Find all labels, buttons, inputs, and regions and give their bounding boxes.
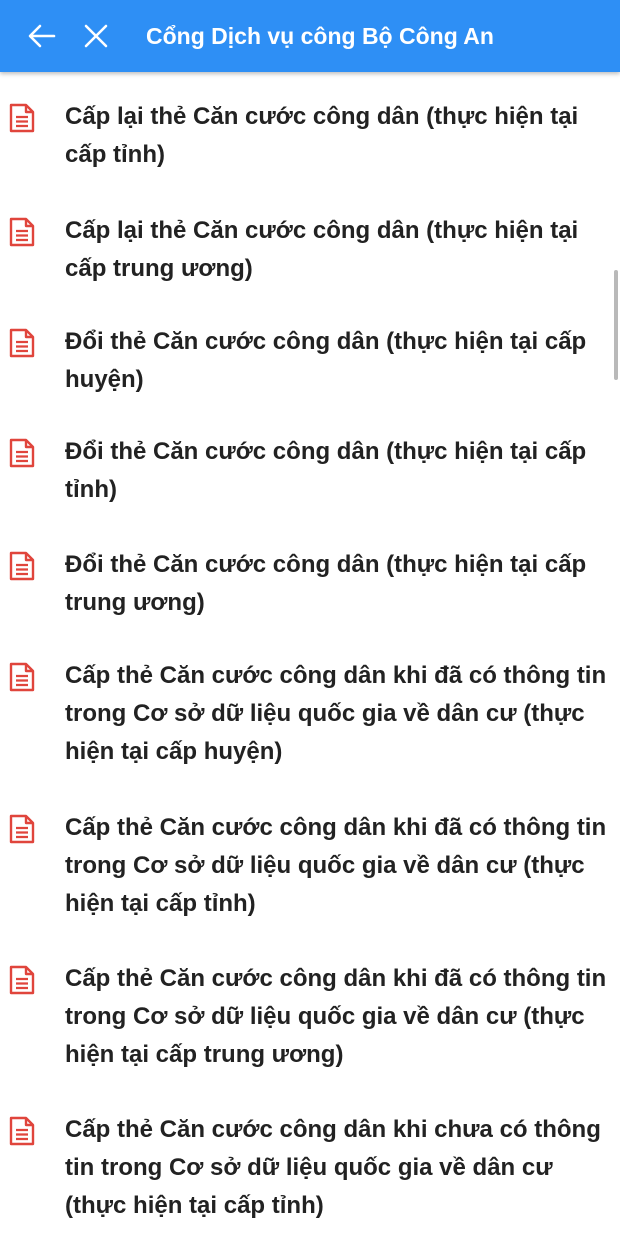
service-item-label: Cấp thẻ Căn cước công dân khi đã có thôn…	[65, 814, 607, 917]
service-item-label: Cấp lại thẻ Căn cước công dân (thực hiện…	[65, 103, 579, 168]
document-icon	[9, 217, 35, 247]
service-item[interactable]: Đổi thẻ Căn cước công dân (thực hiện tại…	[0, 323, 620, 399]
app-bar: Cổng Dịch vụ công Bộ Công An	[0, 0, 620, 72]
service-item-label: Đổi thẻ Căn cước công dân (thực hiện tại…	[65, 551, 587, 616]
scrollbar[interactable]	[614, 270, 618, 380]
service-item[interactable]: Cấp thẻ Căn cước công dân khi đã có thôn…	[0, 960, 620, 1074]
service-item[interactable]: Cấp thẻ Căn cước công dân khi đã có thôn…	[0, 657, 620, 771]
service-item[interactable]: Cấp lại thẻ Căn cước công dân (thực hiện…	[0, 212, 620, 288]
service-item-label: Cấp lại thẻ Căn cước công dân (thực hiện…	[65, 217, 579, 282]
service-item[interactable]: Cấp thẻ Căn cước công dân khi đã có thôn…	[0, 809, 620, 923]
service-item-label: Cấp thẻ Căn cước công dân khi đã có thôn…	[65, 965, 607, 1068]
document-icon	[9, 965, 35, 995]
service-item[interactable]: Cấp thẻ Căn cước công dân khi chưa có th…	[0, 1111, 620, 1225]
close-button[interactable]	[74, 14, 118, 58]
service-item-label: Đổi thẻ Căn cước công dân (thực hiện tại…	[65, 438, 587, 503]
service-item-label: Đổi thẻ Căn cước công dân (thực hiện tại…	[65, 328, 587, 393]
service-item-label: Cấp thẻ Căn cước công dân khi đã có thôn…	[65, 662, 607, 765]
document-icon	[9, 103, 35, 133]
service-item-label: Cấp thẻ Căn cước công dân khi chưa có th…	[65, 1116, 601, 1219]
document-icon	[9, 328, 35, 358]
document-icon	[9, 551, 35, 581]
document-icon	[9, 1116, 35, 1146]
close-icon	[84, 24, 108, 48]
service-item[interactable]: Đổi thẻ Căn cước công dân (thực hiện tại…	[0, 433, 620, 509]
document-icon	[9, 814, 35, 844]
page-title: Cổng Dịch vụ công Bộ Công An	[146, 23, 494, 49]
service-item[interactable]: Đổi thẻ Căn cước công dân (thực hiện tại…	[0, 546, 620, 622]
document-icon	[9, 662, 35, 692]
back-button[interactable]	[20, 14, 64, 58]
document-icon	[9, 438, 35, 468]
arrow-left-icon	[28, 24, 56, 48]
service-item[interactable]: Cấp lại thẻ Căn cước công dân (thực hiện…	[0, 98, 620, 174]
